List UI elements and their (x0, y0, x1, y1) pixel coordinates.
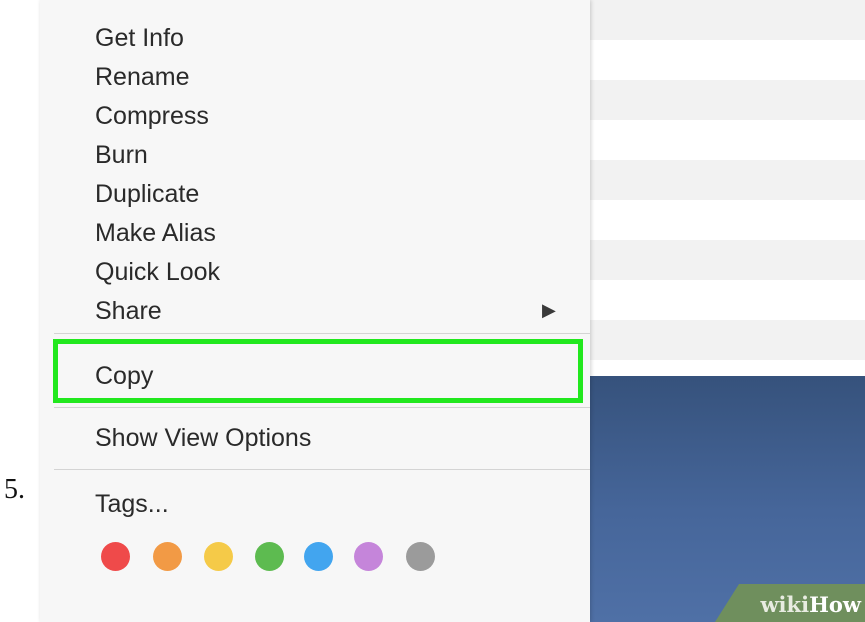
finder-window-background (590, 0, 865, 376)
tag-blue-dot[interactable] (304, 542, 333, 571)
tag-green-dot[interactable] (255, 542, 284, 571)
triangle-right-icon: ▶ (542, 300, 556, 320)
watermark-part2: How (809, 592, 861, 617)
menu-item-share[interactable]: Share (95, 296, 162, 326)
tag-red-dot[interactable] (101, 542, 130, 571)
desktop-background: wikiHow (590, 376, 865, 622)
menu-item-burn[interactable]: Burn (95, 140, 148, 170)
menu-item-compress[interactable]: Compress (95, 101, 209, 131)
menu-item-quick-look[interactable]: Quick Look (95, 257, 220, 287)
menu-item-get-info[interactable]: Get Info (95, 23, 184, 53)
context-menu: Get Info Rename Compress Burn Duplicate … (40, 0, 590, 622)
tag-yellow-dot[interactable] (204, 542, 233, 571)
menu-separator (54, 333, 590, 334)
copy-highlight-box (53, 339, 583, 403)
menu-separator (54, 469, 590, 470)
menu-item-show-view-options[interactable]: Show View Options (95, 423, 311, 453)
tag-purple-dot[interactable] (354, 542, 383, 571)
wikihow-watermark: wikiHow (760, 592, 861, 617)
menu-item-make-alias[interactable]: Make Alias (95, 218, 216, 248)
menu-separator (54, 407, 590, 408)
tag-orange-dot[interactable] (153, 542, 182, 571)
menu-item-tags[interactable]: Tags... (95, 489, 169, 519)
step-number: 5. (4, 474, 25, 505)
tag-gray-dot[interactable] (406, 542, 435, 571)
menu-item-duplicate[interactable]: Duplicate (95, 179, 199, 209)
menu-item-rename[interactable]: Rename (95, 62, 190, 92)
watermark-part1: wiki (760, 592, 810, 617)
